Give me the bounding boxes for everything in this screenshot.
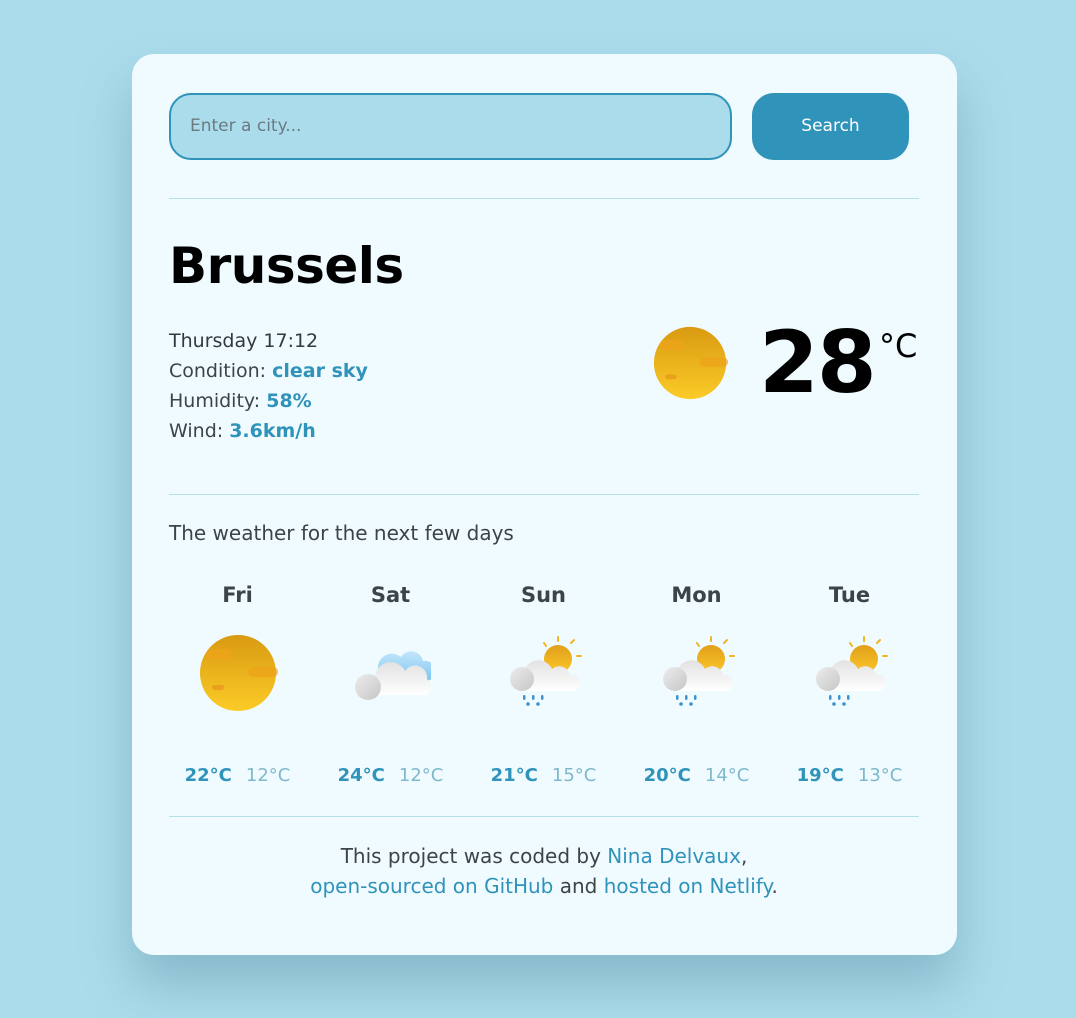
footer-text: This project was coded by bbox=[340, 844, 608, 868]
forecast-list: Fri 22°C 12°C Sat 24°C 12°C Sun 21°C 15°C M… bbox=[161, 583, 926, 786]
forecast-min: 15°C bbox=[551, 765, 597, 786]
rain-sun-icon bbox=[810, 633, 890, 713]
forecast-day-name: Mon bbox=[671, 583, 722, 607]
condition-value: clear sky bbox=[272, 360, 368, 382]
humidity-row: Humidity: 58% bbox=[169, 386, 368, 416]
humidity-value: 58% bbox=[266, 390, 312, 412]
clear-sky-icon bbox=[198, 633, 278, 713]
few-clouds-icon bbox=[351, 633, 431, 713]
temperature-unit: °C bbox=[879, 327, 918, 365]
footer-and: and bbox=[553, 874, 604, 898]
forecast-temps: 20°C 14°C bbox=[620, 765, 773, 786]
forecast-max: 21°C bbox=[490, 765, 538, 786]
forecast-day-name: Fri bbox=[222, 583, 253, 607]
github-link[interactable]: open-sourced on GitHub bbox=[310, 874, 553, 898]
forecast-day-name: Sat bbox=[370, 583, 411, 607]
forecast-max: 24°C bbox=[337, 765, 385, 786]
footer-period: . bbox=[771, 874, 778, 898]
forecast-max: 20°C bbox=[643, 765, 691, 786]
forecast-day: Sat 24°C 12°C bbox=[314, 583, 467, 786]
forecast-max: 22°C bbox=[184, 765, 232, 786]
forecast-day-name: Tue bbox=[828, 583, 871, 607]
footer: This project was coded by Nina Delvaux, … bbox=[169, 841, 919, 901]
condition-row: Condition: clear sky bbox=[169, 356, 368, 386]
forecast-temps: 19°C 13°C bbox=[773, 765, 926, 786]
divider bbox=[169, 494, 919, 495]
forecast-min: 12°C bbox=[245, 765, 291, 786]
forecast-title: The weather for the next few days bbox=[169, 521, 514, 545]
wind-label: Wind: bbox=[169, 420, 230, 442]
clear-sky-icon bbox=[652, 325, 728, 401]
forecast-min: 12°C bbox=[398, 765, 444, 786]
author-link[interactable]: Nina Delvaux bbox=[607, 844, 741, 868]
current-datetime: Thursday 17:12 bbox=[169, 330, 319, 352]
condition-label: Condition: bbox=[169, 360, 273, 382]
forecast-day: Fri 22°C 12°C bbox=[161, 583, 314, 786]
footer-comma: , bbox=[740, 844, 748, 868]
forecast-max: 19°C bbox=[796, 765, 844, 786]
forecast-day-name: Sun bbox=[520, 583, 567, 607]
current-temperature: 28 bbox=[759, 313, 877, 413]
netlify-link[interactable]: hosted on Netlify bbox=[604, 874, 772, 898]
forecast-day: Mon 20°C 14°C bbox=[620, 583, 773, 786]
forecast-temps: 24°C 12°C bbox=[314, 765, 467, 786]
search-button[interactable]: Search bbox=[752, 92, 909, 160]
wind-value: 3.6km/h bbox=[229, 420, 316, 442]
current-weather: Brussels Thursday 17:12 Condition: clear… bbox=[169, 199, 919, 494]
wind-row: Wind: 3.6km/h bbox=[169, 416, 368, 446]
city-search-input[interactable] bbox=[169, 92, 732, 160]
forecast-temps: 21°C 15°C bbox=[467, 765, 620, 786]
forecast-min: 13°C bbox=[857, 765, 903, 786]
rain-sun-icon bbox=[504, 633, 584, 713]
city-name: Brussels bbox=[169, 237, 404, 295]
search-form: Search bbox=[169, 92, 919, 160]
forecast-day: Sun 21°C 15°C bbox=[467, 583, 620, 786]
forecast-day: Tue 19°C 13°C bbox=[773, 583, 926, 786]
current-details: Thursday 17:12 Condition: clear sky Humi… bbox=[169, 326, 368, 446]
divider bbox=[169, 816, 919, 817]
forecast-temps: 22°C 12°C bbox=[161, 765, 314, 786]
rain-sun-icon bbox=[657, 633, 737, 713]
weather-card: Search Brussels Thursday 17:12 Condition… bbox=[132, 54, 957, 955]
humidity-label: Humidity: bbox=[169, 390, 267, 412]
forecast-min: 14°C bbox=[704, 765, 750, 786]
